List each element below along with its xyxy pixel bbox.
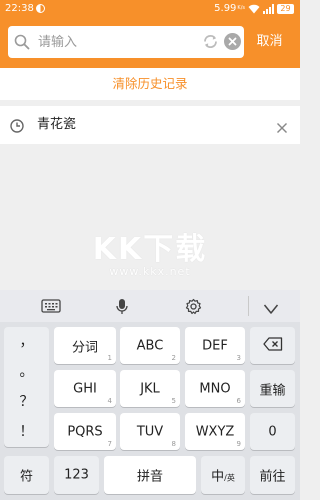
status-right: 5.99 K/s 29	[214, 3, 294, 14]
key-label: PQRS	[67, 424, 103, 439]
key-label: 符	[19, 469, 33, 485]
key-label: 中/英	[201, 466, 245, 485]
keyboard-toolbar	[0, 290, 300, 322]
key-wxyz[interactable]: WXYZ 9	[185, 413, 245, 450]
clear-history-button[interactable]: 清除历史记录	[0, 68, 300, 100]
watermark-logo-text: KK下载	[92, 232, 208, 267]
space-key[interactable]: 拼音	[104, 456, 196, 494]
network-speed: 5.99 K/s	[214, 3, 245, 14]
language-switch-key[interactable]: 中/英	[201, 456, 245, 494]
cancel-button[interactable]: 取消	[247, 26, 292, 58]
remove-history-icon[interactable]	[276, 119, 288, 138]
key-label: MNO	[199, 381, 231, 396]
key-number: 2	[171, 354, 176, 362]
search-box[interactable]	[8, 26, 244, 58]
key-label: JKL	[140, 381, 160, 396]
key-label: WXYZ	[195, 424, 235, 439]
search-input[interactable]	[38, 32, 198, 52]
clear-input-icon[interactable]	[224, 33, 241, 50]
do-not-disturb-icon	[36, 4, 45, 13]
key-label: GHI	[73, 381, 97, 396]
battery-icon: 29	[277, 3, 294, 14]
history-item-text: 青花瓷	[37, 117, 77, 132]
key-number: 5	[171, 397, 176, 405]
status-bar: 22:38 5.99 K/s 29	[0, 0, 300, 18]
key-label: 重输	[259, 383, 286, 398]
key-number: 7	[107, 440, 112, 448]
history-item[interactable]: 青花瓷	[0, 106, 300, 144]
punct-period[interactable]: 。	[4, 361, 49, 381]
keyboard-icon[interactable]	[41, 298, 61, 318]
punct-comma[interactable]: ，	[4, 331, 49, 351]
key-zero[interactable]: 0	[250, 413, 295, 450]
key-number: 4	[107, 397, 112, 405]
key-label: 分词	[71, 340, 98, 355]
backspace-key[interactable]	[250, 327, 295, 364]
key-jkl[interactable]: JKL 5	[120, 370, 180, 407]
network-speed-unit: K/s	[237, 5, 245, 11]
key-number: 6	[236, 397, 241, 405]
punctuation-column[interactable]: ， 。 ？ ！	[4, 327, 49, 447]
punct-question[interactable]: ？	[4, 391, 49, 411]
backspace-icon	[250, 336, 295, 355]
key-number: 1	[107, 354, 112, 362]
go-key[interactable]: 前往	[250, 456, 295, 494]
key-label: 0	[268, 424, 277, 439]
punct-exclaim[interactable]: ！	[4, 421, 49, 441]
wifi-icon	[248, 4, 260, 14]
battery-level: 29	[280, 3, 291, 13]
key-abc[interactable]: ABC 2	[120, 327, 180, 364]
key-label: 前往	[259, 469, 286, 485]
refresh-icon[interactable]	[202, 33, 219, 54]
status-time: 22:38	[5, 3, 34, 14]
lang-sub: /英	[224, 473, 235, 483]
toolbar-divider	[248, 296, 249, 316]
microphone-icon[interactable]	[115, 298, 129, 319]
key-label: 123	[64, 467, 89, 483]
key-number: 8	[171, 440, 176, 448]
soft-keyboard: ， 。 ？ ！ 分词 1 ABC 2 DEF 3 GHI 4 JKL 5 MNO…	[0, 290, 300, 500]
network-speed-value: 5.99	[214, 3, 237, 14]
gear-icon[interactable]	[185, 298, 202, 319]
key-label: 拼音	[136, 469, 163, 485]
watermark-logo: KK下载	[0, 224, 300, 268]
key-label: TUV	[136, 424, 164, 439]
search-icon	[14, 34, 30, 54]
key-number: 9	[236, 440, 241, 448]
key-def[interactable]: DEF 3	[185, 327, 245, 364]
key-fenci[interactable]: 分词 1	[54, 327, 116, 364]
key-number: 3	[236, 354, 241, 362]
key-mno[interactable]: MNO 6	[185, 370, 245, 407]
app-header: 22:38 5.99 K/s 29 取消	[0, 0, 300, 68]
clock-icon	[10, 118, 24, 137]
key-label: DEF	[202, 338, 228, 353]
lang-main: 中	[211, 469, 225, 485]
key-ghi[interactable]: GHI 4	[54, 370, 116, 407]
reinput-key[interactable]: 重输	[250, 370, 295, 407]
key-tuv[interactable]: TUV 8	[120, 413, 180, 450]
symbol-key[interactable]: 符	[4, 456, 49, 494]
hide-keyboard-icon[interactable]	[263, 300, 279, 319]
key-pqrs[interactable]: PQRS 7	[54, 413, 116, 450]
key-label: ABC	[136, 338, 164, 353]
watermark-url: www.kkx.net	[109, 265, 191, 278]
number-switch-key[interactable]: 123	[54, 456, 99, 494]
signal-icon	[263, 3, 274, 14]
